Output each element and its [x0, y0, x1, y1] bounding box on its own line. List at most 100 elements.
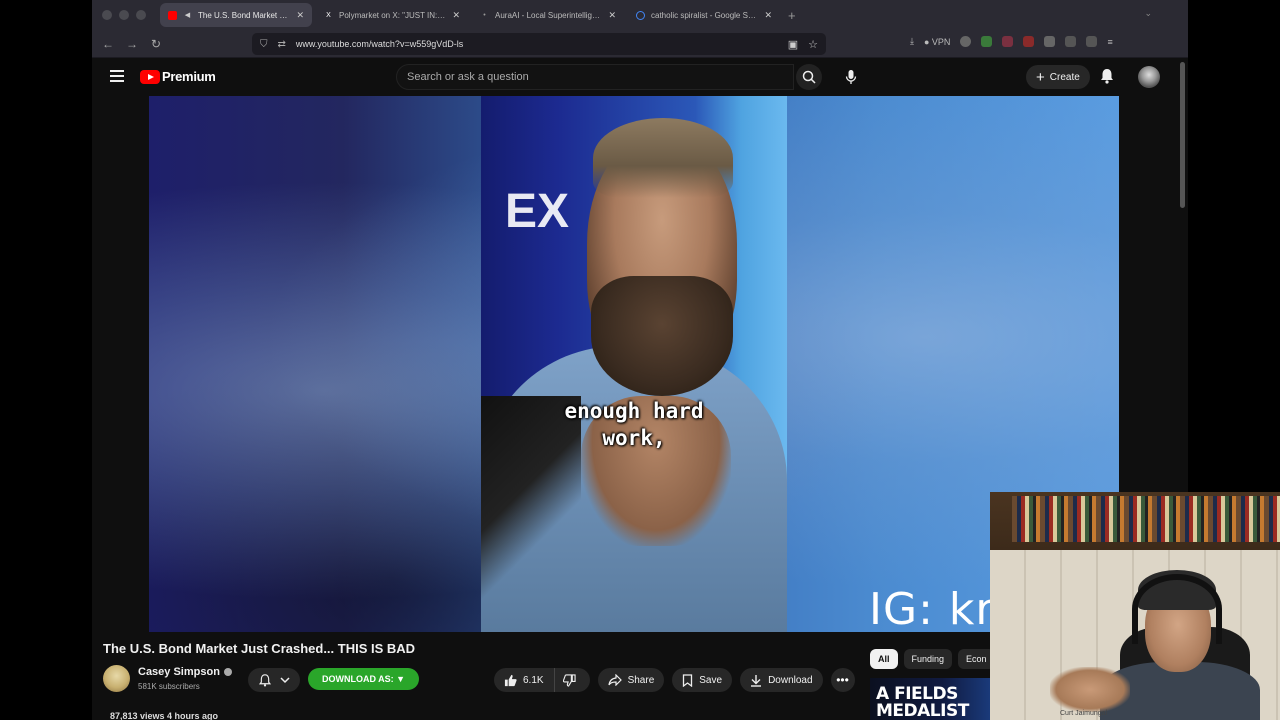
create-button[interactable]: + Create: [1026, 65, 1090, 89]
save-label: Save: [699, 674, 723, 686]
close-tab-icon[interactable]: ✕: [296, 10, 304, 21]
extension-icon[interactable]: [960, 36, 972, 47]
like-dislike-group: 6.1K: [494, 668, 590, 692]
tab-google[interactable]: catholic spiralist - Google Search ✕: [628, 3, 780, 27]
close-window-button[interactable]: [102, 10, 112, 20]
video-frame[interactable]: EX enough hard work, IG: krisk: [149, 96, 1119, 632]
hamburger-menu-icon[interactable]: [110, 70, 124, 85]
tab-title: catholic spiralist - Google Search: [651, 10, 759, 20]
caption-line-1: enough hard: [564, 399, 704, 423]
create-label: Create: [1049, 71, 1080, 83]
vpn-button[interactable]: ● VPN: [924, 37, 950, 47]
reload-icon[interactable]: ↻: [144, 37, 168, 51]
back-arrow-icon[interactable]: ←: [96, 37, 120, 51]
share-button[interactable]: Share: [597, 668, 665, 692]
menu-icon[interactable]: ≡: [1107, 37, 1112, 47]
youtube-favicon-icon: [168, 10, 177, 20]
extension-icon[interactable]: [1044, 36, 1056, 47]
channel-name-link[interactable]: Casey Simpson: [138, 666, 232, 678]
dot-favicon-icon: •: [483, 11, 486, 19]
vpn-label: VPN: [931, 36, 951, 47]
channel-avatar[interactable]: [103, 665, 130, 692]
chip-funding[interactable]: Funding: [903, 649, 953, 669]
close-tab-icon[interactable]: ✕: [452, 10, 460, 21]
download-as-button[interactable]: DOWNLOAD AS: ▼: [308, 668, 420, 690]
books: [1012, 496, 1280, 542]
search-button[interactable]: [796, 64, 822, 90]
downloads-icon[interactable]: ⤓: [910, 36, 914, 47]
close-tab-icon[interactable]: ✕: [608, 10, 616, 21]
subscriber-count: 581K subscribers: [138, 682, 200, 691]
channel-name: Casey Simpson: [138, 666, 220, 678]
url-text[interactable]: www.youtube.com/watch?v=w559gVdD-ls: [296, 39, 778, 49]
chevron-down-icon: [279, 676, 290, 683]
like-button[interactable]: 6.1K: [494, 668, 555, 692]
account-avatar[interactable]: [1138, 66, 1160, 88]
address-bar[interactable]: ⛉ ⇄ www.youtube.com/watch?v=w559gVdD-ls …: [252, 33, 826, 55]
thumbs-up-icon: [504, 674, 517, 686]
logo-text: Premium: [162, 69, 216, 84]
webcam-overlay: Curt Jaimungal: [990, 492, 1280, 720]
recommendation-chips: All Funding Econ: [870, 649, 995, 669]
extension-icon[interactable]: [1002, 36, 1014, 47]
dislike-button[interactable]: [554, 668, 590, 692]
sidebar-toggle-icon[interactable]: [1086, 36, 1098, 47]
tab-title: The U.S. Bond Market Just Crashed: [198, 10, 290, 20]
chip-all[interactable]: All: [870, 649, 898, 669]
save-button[interactable]: Save: [672, 668, 733, 692]
maximize-window-button[interactable]: [136, 10, 146, 20]
speaker-icon: ◀: [184, 12, 191, 19]
nav-bar: ← → ↻ ⛉ ⇄ www.youtube.com/watch?v=w559gV…: [92, 30, 1188, 58]
tab-title: Polymarket on X: "JUST IN: It's: [339, 10, 447, 20]
tab-bar: ◀ The U.S. Bond Market Just Crashed ✕ X …: [92, 0, 1188, 30]
thumbnail-text: A FIELDS MEDALIST: [876, 684, 969, 720]
x-favicon-icon: X: [326, 11, 331, 19]
verified-check-icon: [223, 668, 232, 676]
youtube-play-icon: [140, 69, 160, 84]
download-label: Download: [768, 674, 813, 686]
permissions-icon[interactable]: ⇄: [278, 39, 286, 50]
forward-arrow-icon[interactable]: →: [120, 37, 144, 51]
voice-search-button[interactable]: [838, 64, 864, 90]
background-sign-text: EX: [505, 185, 570, 238]
notifications-bell-icon[interactable]: [1100, 68, 1114, 84]
tab-polymarket[interactable]: X Polymarket on X: "JUST IN: It's ✕: [316, 3, 468, 27]
headphones: [1132, 574, 1222, 644]
tab-youtube[interactable]: ◀ The U.S. Bond Market Just Crashed ✕: [160, 3, 312, 27]
search-icon: [802, 70, 816, 84]
google-favicon-icon: [636, 10, 645, 20]
bookmark-star-icon[interactable]: ☆: [808, 38, 818, 51]
window-controls: [102, 10, 146, 20]
youtube-header: Premium Search or ask a question + Creat…: [92, 58, 1188, 96]
tab-list-chevron-icon[interactable]: ⌄: [1144, 8, 1152, 19]
video-caption: enough hard work,: [481, 398, 787, 452]
microphone-icon: [845, 70, 857, 84]
bookmark-icon: [683, 673, 693, 687]
views-and-date: 87,813 views 4 hours ago: [110, 711, 219, 720]
new-tab-icon[interactable]: +: [788, 8, 796, 23]
plus-icon: +: [1036, 68, 1045, 86]
download-icon: [751, 674, 762, 687]
download-button[interactable]: Download: [740, 668, 823, 692]
minimize-window-button[interactable]: [119, 10, 129, 20]
extension-icon[interactable]: [1023, 36, 1035, 47]
share-label: Share: [627, 674, 655, 686]
tab-auraai[interactable]: • AuraAI - Local Superintelligence ✕: [472, 3, 624, 27]
reader-view-icon[interactable]: ▣: [788, 38, 798, 51]
more-actions-icon[interactable]: •••: [830, 668, 855, 692]
speaker-hair: [593, 118, 733, 198]
search-input[interactable]: Search or ask a question: [396, 64, 794, 90]
youtube-premium-logo[interactable]: Premium: [140, 69, 216, 84]
recommended-video-thumbnail[interactable]: A FIELDS MEDALIST: [870, 678, 990, 720]
tab-title: AuraAI - Local Superintelligence: [495, 10, 603, 20]
video-center-panel: EX enough hard work,: [481, 96, 787, 632]
close-tab-icon[interactable]: ✕: [764, 10, 772, 21]
shield-icon[interactable]: ⛉: [260, 39, 268, 50]
share-arrow-icon: [607, 674, 622, 686]
extensions-puzzle-icon[interactable]: [1065, 36, 1077, 47]
screen: ◀ The U.S. Bond Market Just Crashed ✕ X …: [0, 0, 1280, 720]
thumbs-down-icon: [562, 673, 576, 687]
subscription-bell-button[interactable]: [248, 668, 300, 692]
extension-icon[interactable]: [981, 36, 993, 47]
page-scrollbar[interactable]: [1180, 62, 1185, 208]
